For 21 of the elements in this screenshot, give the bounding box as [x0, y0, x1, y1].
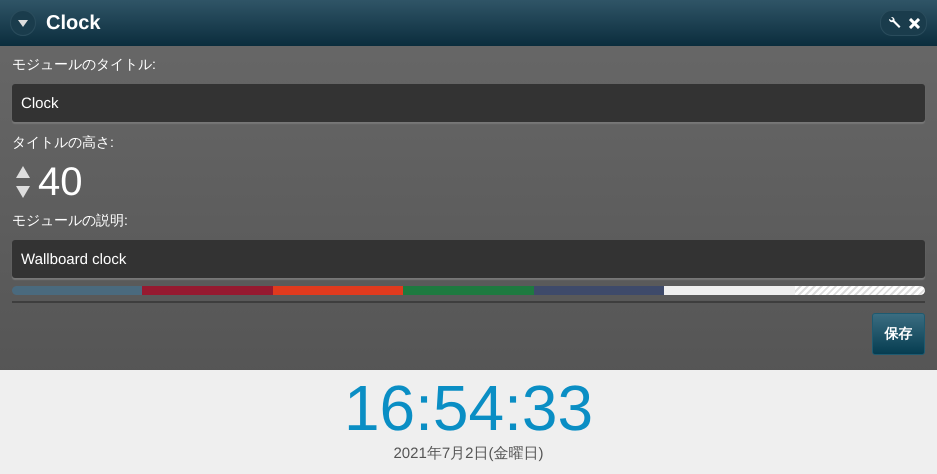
- number-value[interactable]: 40: [38, 160, 82, 204]
- input-field[interactable]: Wallboard clock: [12, 240, 925, 278]
- collapse-button[interactable]: [10, 10, 36, 36]
- color-swatch[interactable]: [142, 286, 273, 295]
- field-label: タイトルの高さ:: [12, 134, 115, 152]
- save-button[interactable]: 保存: [872, 313, 925, 355]
- color-swatch[interactable]: [534, 286, 664, 295]
- field-label: モジュールの説明:: [12, 212, 129, 230]
- window-title: Clock: [46, 12, 102, 34]
- clock-date: 2021年7月2日(金曜日): [393, 444, 544, 463]
- wrench-icon[interactable]: [887, 16, 901, 30]
- color-swatch[interactable]: [272, 286, 404, 295]
- caret-icon: [18, 20, 28, 26]
- close-icon[interactable]: [909, 18, 920, 28]
- color-swatch[interactable]: [403, 286, 534, 295]
- color-swatch[interactable]: [12, 286, 142, 295]
- field-label: モジュールのタイトル:: [12, 56, 157, 74]
- input-field[interactable]: Clock: [12, 84, 925, 122]
- spinner-arrows-icon[interactable]: [16, 166, 30, 198]
- clock-time: 16:54:33: [344, 372, 594, 444]
- color-swatch[interactable]: [664, 286, 795, 295]
